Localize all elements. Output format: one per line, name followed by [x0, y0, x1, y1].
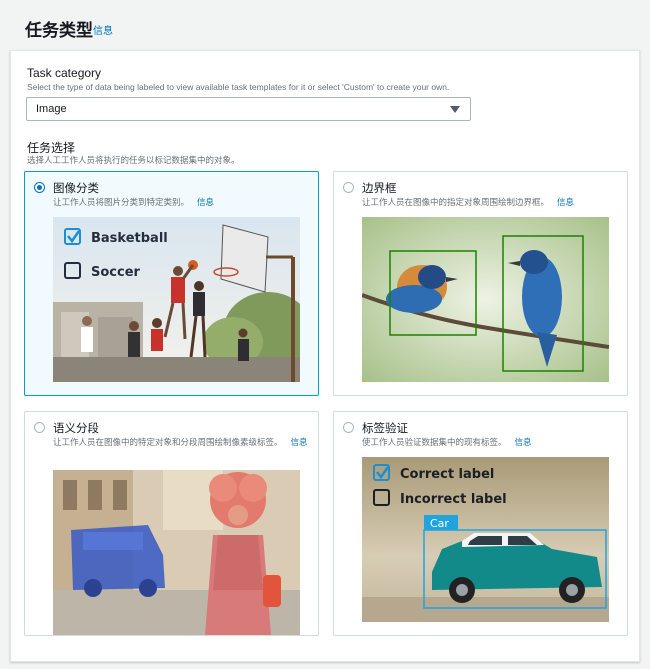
radio-bounding-box[interactable]: [343, 182, 354, 193]
card-label-verification[interactable]: 标签验证 使工作人员验证数据集中的现有标签。 信息 Correct label …: [333, 411, 628, 636]
card-image-classification[interactable]: 图像分类 让工作人员将图片分类到特定类别。 信息 Basketball Socc…: [24, 171, 319, 396]
card-description: 使工作人员验证数据集中的现有标签。 信息: [362, 436, 532, 449]
card-info-link[interactable]: 信息: [515, 437, 532, 447]
task-selection-description: 选择人工工作人员将执行的任务以标记数据集中的对象。: [27, 155, 240, 165]
label-soccer: Soccer: [91, 265, 141, 280]
card-info-link[interactable]: 信息: [197, 197, 214, 207]
card-description: 让工作人员将图片分类到特定类别。 信息: [53, 196, 214, 209]
task-category-value: Image: [36, 103, 67, 115]
caret-down-icon: [450, 106, 460, 113]
task-category-label: Task category: [27, 66, 102, 80]
card-description-text: 使工作人员验证数据集中的现有标签。: [362, 437, 507, 447]
card-title: 语义分段: [53, 423, 99, 435]
task-category-description: Select the type of data being labeled to…: [27, 82, 450, 92]
card-description-text: 让工作人员将图片分类到特定类别。: [53, 197, 190, 207]
card-title: 边界框: [362, 183, 397, 195]
bbox-tag-car: Car: [430, 517, 449, 530]
card-description: 让工作人员在图像中的指定对象周围绘制边界框。 信息: [362, 196, 574, 209]
task-type-panel: Task category Select the type of data be…: [10, 50, 640, 662]
card-info-link[interactable]: 信息: [557, 197, 574, 207]
page-title: 任务类型: [25, 21, 93, 40]
card-description-text: 让工作人员在图像中的指定对象周围绘制边界框。: [362, 197, 550, 207]
radio-semantic-segmentation[interactable]: [34, 422, 45, 433]
car-image: Correct label Incorrect label Car: [362, 457, 609, 622]
header-info-link[interactable]: 信息: [93, 22, 113, 37]
task-category-select[interactable]: Image: [26, 97, 471, 121]
card-description: 让工作人员在图像中的特定对象和分段周围绘制像素级标签。 信息: [53, 436, 308, 449]
radio-image-classification[interactable]: [34, 182, 45, 193]
label-correct: Correct label: [400, 467, 494, 482]
card-bounding-box[interactable]: 边界框 让工作人员在图像中的指定对象周围绘制边界框。 信息: [333, 171, 628, 396]
label-incorrect: Incorrect label: [400, 492, 507, 507]
radio-label-verification[interactable]: [343, 422, 354, 433]
card-semantic-segmentation[interactable]: 语义分段 让工作人员在图像中的特定对象和分段周围绘制像素级标签。 信息: [24, 411, 319, 636]
label-basketball: Basketball: [91, 231, 168, 246]
card-description-text: 让工作人员在图像中的特定对象和分段周围绘制像素级标签。: [53, 437, 283, 447]
card-title: 图像分类: [53, 183, 99, 195]
page-header: 任务类型 信息: [0, 0, 650, 50]
card-title: 标签验证: [362, 423, 408, 435]
card-info-link[interactable]: 信息: [291, 437, 308, 447]
street-segmentation-image: [53, 470, 300, 635]
birds-image: [362, 217, 609, 382]
basketball-image: Basketball Soccer: [53, 217, 300, 382]
